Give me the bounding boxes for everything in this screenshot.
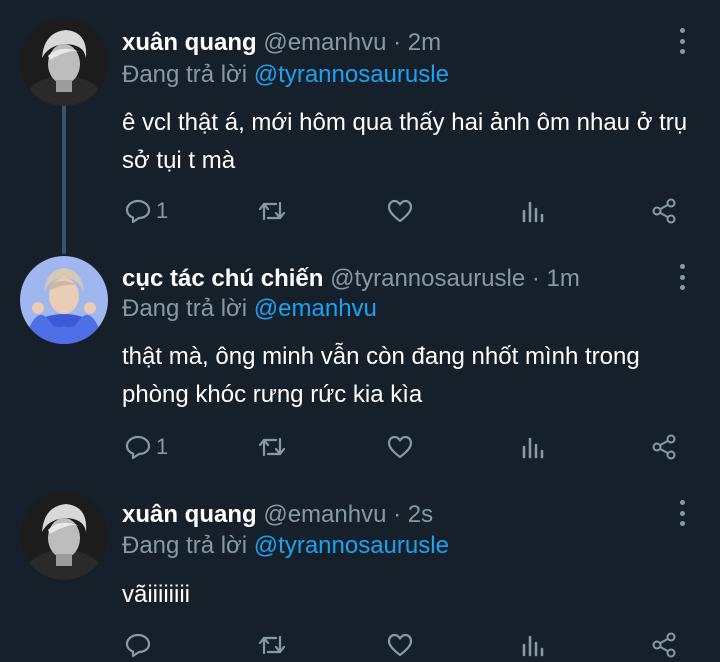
like-button[interactable] (386, 430, 414, 464)
more-vertical-icon[interactable] (672, 264, 692, 290)
more-vertical-icon[interactable] (672, 500, 692, 526)
reply-icon (124, 631, 152, 659)
share-icon (650, 197, 678, 225)
retweet-icon (256, 197, 288, 225)
timestamp[interactable]: 2m (408, 29, 441, 56)
retweet-button[interactable] (256, 628, 288, 662)
action-bar (0, 628, 720, 662)
retweet-button[interactable] (256, 194, 288, 228)
action-bar: 1 (0, 194, 720, 228)
reply-count: 1 (156, 198, 169, 223)
retweet-icon (256, 631, 288, 659)
share-icon (650, 631, 678, 659)
replying-handle-link[interactable]: @tyrannosaurusle (254, 532, 449, 559)
analytics-icon (520, 433, 546, 461)
username[interactable]: @emanhvu (263, 501, 386, 528)
avatar[interactable] (20, 256, 108, 344)
avatar[interactable] (20, 492, 108, 580)
tweet-text: vãiiiiiiii (122, 581, 191, 608)
share-button[interactable] (650, 628, 678, 662)
reply-button[interactable]: 1 (124, 194, 168, 228)
analytics-button[interactable] (520, 430, 546, 464)
avatar[interactable] (20, 18, 108, 106)
tweet-1[interactable]: xuân quang @emanhvu · 2m Đang trả lời @t… (0, 0, 720, 250)
share-button[interactable] (650, 430, 678, 464)
separator: · (525, 265, 547, 292)
tweet-2[interactable]: cục tác chú chiến @tyrannosaurusle · 1m … (0, 248, 720, 488)
timestamp[interactable]: 2s (408, 501, 433, 528)
heart-icon (386, 631, 414, 659)
action-bar: 1 (0, 430, 720, 464)
replying-label: Đang trả lời (122, 295, 248, 322)
share-icon (650, 433, 678, 461)
replying-label: Đang trả lời (122, 61, 248, 88)
username[interactable]: @emanhvu (263, 29, 386, 56)
display-name[interactable]: xuân quang (122, 501, 257, 528)
display-name[interactable]: xuân quang (122, 29, 257, 56)
heart-icon (386, 433, 414, 461)
tweet-text: ê vcl thật á, mới hôm qua thấy hai ảnh ô… (122, 109, 688, 174)
more-vertical-icon[interactable] (672, 28, 692, 54)
reply-icon (124, 197, 152, 225)
username[interactable]: @tyrannosaurusle (330, 265, 525, 292)
replying-to: Đang trả lời @emanhvu (122, 294, 377, 324)
reply-count: 1 (156, 434, 169, 459)
tweet-header: xuân quang @emanhvu · 2s (122, 500, 433, 530)
separator: · (386, 501, 408, 528)
tweet-header: cục tác chú chiến @tyrannosaurusle · 1m (122, 264, 580, 294)
replying-label: Đang trả lời (122, 532, 248, 559)
tweet-text: thật mà, ông minh vẫn còn đang nhốt mình… (122, 343, 640, 408)
retweet-button[interactable] (256, 430, 288, 464)
separator: · (386, 29, 408, 56)
reply-button[interactable] (124, 628, 156, 662)
analytics-button[interactable] (520, 194, 546, 228)
like-button[interactable] (386, 194, 414, 228)
like-button[interactable] (386, 628, 414, 662)
replying-to: Đang trả lời @tyrannosaurusle (122, 531, 449, 561)
replying-handle-link[interactable]: @emanhvu (254, 295, 377, 322)
analytics-icon (520, 197, 546, 225)
replying-handle-link[interactable]: @tyrannosaurusle (254, 61, 449, 88)
replying-to: Đang trả lời @tyrannosaurusle (122, 60, 449, 90)
timestamp[interactable]: 1m (547, 265, 580, 292)
reply-button[interactable]: 1 (124, 430, 168, 464)
analytics-button[interactable] (520, 628, 546, 662)
heart-icon (386, 197, 414, 225)
share-button[interactable] (650, 194, 678, 228)
retweet-icon (256, 433, 288, 461)
analytics-icon (520, 631, 546, 659)
reply-icon (124, 433, 152, 461)
tweet-header: xuân quang @emanhvu · 2m (122, 28, 441, 58)
display-name[interactable]: cục tác chú chiến (122, 265, 323, 292)
tweet-3[interactable]: xuân quang @emanhvu · 2s Đang trả lời @t… (0, 486, 720, 662)
